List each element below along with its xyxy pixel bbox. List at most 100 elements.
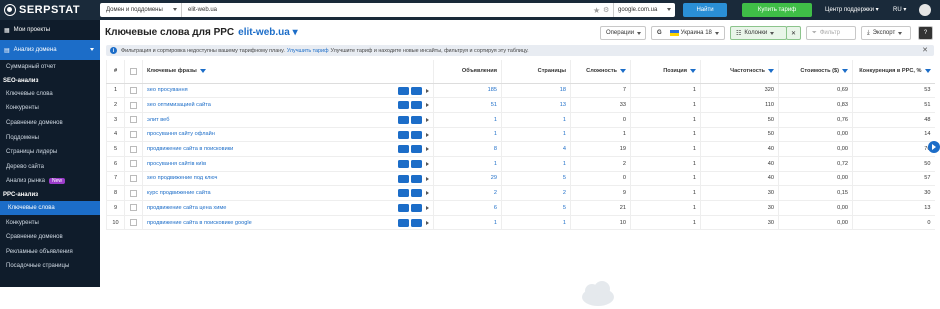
expand-arrow-icon[interactable] bbox=[426, 220, 429, 225]
keyword-link[interactable]: продвижение сайта в поисковики bbox=[147, 146, 233, 152]
operations-button[interactable]: Операции bbox=[600, 26, 646, 40]
checkbox[interactable] bbox=[130, 145, 137, 153]
domain-selector[interactable]: elit-web.ua ▾ bbox=[238, 27, 298, 38]
keyword-link[interactable]: продвижение сайта цена химе bbox=[147, 205, 226, 211]
serp-icon[interactable] bbox=[398, 145, 409, 154]
filter-icon[interactable] bbox=[768, 68, 774, 73]
filter-icon[interactable] bbox=[620, 68, 626, 73]
ads-cell[interactable]: 1 bbox=[433, 215, 502, 231]
col-difficulty[interactable]: Сложность bbox=[570, 60, 631, 84]
search-scope-dropdown[interactable]: Домен и поддомены bbox=[100, 3, 182, 17]
row-checkbox[interactable] bbox=[124, 200, 143, 216]
filter-button[interactable]: ⏷ Фильтр bbox=[806, 26, 856, 40]
sidebar-item-top-pages[interactable]: Страницы лидеры bbox=[0, 145, 100, 160]
sidebar-item-summary[interactable]: Суммарный отчет bbox=[0, 60, 100, 75]
help-button[interactable]: ? bbox=[918, 26, 933, 40]
col-cost[interactable]: Стоимость ($) bbox=[778, 60, 853, 84]
keyword-link[interactable]: элит веб bbox=[147, 117, 169, 123]
serpstat-logo[interactable]: SERPSTAT bbox=[4, 3, 80, 17]
scroll-right-button[interactable] bbox=[928, 141, 940, 153]
keyword-link[interactable]: просування сайтів київ bbox=[147, 161, 206, 167]
keyword-link[interactable]: курс продвижение сайта bbox=[147, 190, 211, 196]
expand-arrow-icon[interactable] bbox=[426, 191, 429, 196]
row-checkbox[interactable] bbox=[124, 156, 143, 172]
sidebar-item-seo-keywords[interactable]: Ключевые слова bbox=[0, 87, 100, 102]
star-icon[interactable]: ★ bbox=[593, 6, 603, 15]
pages-cell[interactable]: 18 bbox=[501, 83, 571, 99]
ads-cell[interactable]: 1 bbox=[433, 127, 502, 143]
row-checkbox[interactable] bbox=[124, 185, 143, 201]
row-checkbox[interactable] bbox=[124, 171, 143, 187]
serp-icon[interactable] bbox=[398, 86, 409, 95]
database-select[interactable]: google.com.ua bbox=[613, 3, 675, 17]
ads-cell[interactable]: 185 bbox=[433, 83, 502, 99]
col-ads[interactable]: Объявления bbox=[433, 60, 502, 84]
col-frequency[interactable]: Частотность bbox=[700, 60, 779, 84]
filter-icon[interactable] bbox=[199, 68, 206, 73]
pages-cell[interactable]: 2 bbox=[501, 185, 571, 201]
more-icon[interactable] bbox=[411, 115, 422, 124]
serp-icon[interactable] bbox=[398, 115, 409, 124]
ads-cell[interactable]: 2 bbox=[433, 185, 502, 201]
ads-cell[interactable]: 1 bbox=[433, 112, 502, 128]
checkbox[interactable] bbox=[130, 101, 137, 109]
more-icon[interactable] bbox=[411, 145, 422, 154]
checkbox[interactable] bbox=[130, 160, 137, 168]
sidebar-item-seo-domain-compare[interactable]: Сравнение доменов bbox=[0, 116, 100, 131]
keyword-link[interactable]: seo просування bbox=[147, 87, 188, 93]
avatar[interactable] bbox=[919, 4, 931, 16]
ads-cell[interactable]: 8 bbox=[433, 141, 502, 157]
search-input[interactable]: elit-web.ua bbox=[182, 7, 593, 13]
find-button[interactable]: Найти bbox=[683, 3, 727, 17]
checkbox[interactable] bbox=[130, 86, 137, 94]
pages-cell[interactable]: 13 bbox=[501, 97, 571, 113]
more-icon[interactable] bbox=[411, 189, 422, 198]
col-competition[interactable]: Конкуренция в PPC, % bbox=[852, 60, 935, 84]
filter-icon[interactable] bbox=[924, 68, 931, 73]
expand-arrow-icon[interactable] bbox=[426, 88, 429, 93]
more-icon[interactable] bbox=[411, 130, 422, 139]
sidebar-item-ppc-keywords[interactable]: Ключевые слова bbox=[0, 200, 100, 216]
serp-icon[interactable] bbox=[398, 130, 409, 139]
pages-cell[interactable]: 5 bbox=[501, 171, 571, 187]
checkbox[interactable] bbox=[130, 189, 137, 197]
serp-icon[interactable] bbox=[398, 204, 409, 212]
expand-arrow-icon[interactable] bbox=[426, 147, 429, 152]
pages-cell[interactable]: 5 bbox=[501, 200, 571, 216]
checkbox[interactable] bbox=[130, 219, 137, 227]
sidebar-item-landing-pages[interactable]: Посадочные страницы bbox=[0, 259, 100, 274]
serp-icon[interactable] bbox=[398, 218, 409, 227]
serp-icon[interactable] bbox=[398, 101, 409, 110]
more-icon[interactable] bbox=[411, 86, 422, 95]
col-pages[interactable]: Страницы bbox=[501, 60, 571, 84]
col-position[interactable]: Позиция bbox=[630, 60, 701, 84]
columns-button[interactable]: ☷ Колонки bbox=[730, 26, 787, 40]
region-select[interactable]: G Украина 18 bbox=[651, 26, 725, 40]
more-icon[interactable] bbox=[411, 204, 422, 212]
filter-icon[interactable] bbox=[690, 68, 696, 73]
sidebar-item-ppc-competitors[interactable]: Конкуренты bbox=[0, 215, 100, 230]
serp-icon[interactable] bbox=[398, 159, 409, 168]
expand-arrow-icon[interactable] bbox=[426, 176, 429, 181]
more-icon[interactable] bbox=[411, 174, 422, 183]
row-checkbox[interactable] bbox=[124, 141, 143, 157]
ads-cell[interactable]: 51 bbox=[433, 97, 502, 113]
keyword-link[interactable]: продвижение сайта в поисковике google bbox=[147, 220, 252, 226]
sidebar-item-ads[interactable]: Рекламные объявления bbox=[0, 245, 100, 260]
serp-icon[interactable] bbox=[398, 189, 409, 198]
buy-plan-button[interactable]: Купить тариф bbox=[742, 3, 812, 17]
row-checkbox[interactable] bbox=[124, 97, 143, 113]
checkbox[interactable] bbox=[130, 130, 137, 138]
checkbox[interactable] bbox=[130, 116, 137, 124]
col-keyword[interactable]: Ключевые фразы bbox=[142, 60, 434, 84]
gear-icon[interactable]: ⚙ bbox=[603, 6, 613, 14]
ads-cell[interactable]: 29 bbox=[433, 171, 502, 187]
pages-cell[interactable]: 1 bbox=[501, 156, 571, 172]
columns-close-button[interactable]: ✕ bbox=[786, 26, 801, 40]
pages-cell[interactable]: 1 bbox=[501, 215, 571, 231]
more-icon[interactable] bbox=[411, 101, 422, 110]
pages-cell[interactable]: 4 bbox=[501, 141, 571, 157]
keyword-link[interactable]: просування сайту офлайн bbox=[147, 131, 215, 137]
sidebar-item-projects[interactable]: ▦ Мои проекты bbox=[0, 20, 100, 40]
expand-arrow-icon[interactable] bbox=[426, 161, 429, 166]
